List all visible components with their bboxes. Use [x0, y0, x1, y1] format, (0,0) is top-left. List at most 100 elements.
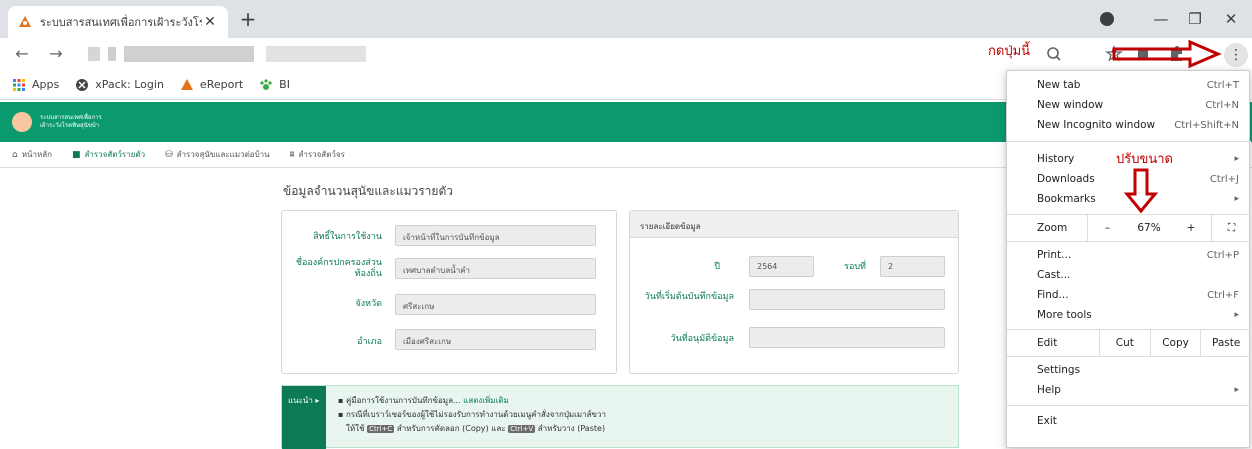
- menu-settings[interactable]: Settings: [1007, 360, 1251, 380]
- xpack-icon: [76, 78, 89, 91]
- menu-zoom-row: Zoom – 67% + ⛶: [1007, 215, 1251, 241]
- menu-new-window[interactable]: New window Ctrl+N: [1007, 95, 1251, 115]
- nav-individual-survey[interactable]: ■ สำรวจสัตว์รายตัว: [72, 148, 145, 161]
- tab-close-icon[interactable]: ✕: [202, 14, 218, 30]
- minimize-button[interactable]: —: [1146, 6, 1176, 32]
- site-favicon-icon: [19, 16, 31, 27]
- menu-shortcut: Ctrl+F: [1207, 289, 1239, 301]
- field-label: จังหวัด: [355, 299, 383, 309]
- menu-label: History: [1037, 153, 1075, 165]
- chrome-menu: New tab Ctrl+T New window Ctrl+N New Incog…: [1006, 70, 1251, 448]
- zoom-in-button[interactable]: +: [1171, 215, 1211, 241]
- ereport-icon: [180, 78, 193, 90]
- menu-new-tab[interactable]: New tab Ctrl+T: [1007, 75, 1251, 95]
- field-label: อำเภอ: [357, 337, 382, 347]
- zoom-out-button[interactable]: –: [1087, 215, 1127, 241]
- profile-icon[interactable]: [1100, 12, 1114, 26]
- redacted-block: [124, 46, 254, 62]
- menu-shortcut: Ctrl+Shift+N: [1174, 119, 1239, 131]
- note-line: ▪ กรณีที่เบราว์เซอร์ของผู้ใช้ไม่รองรับกา…: [338, 410, 607, 419]
- paw-icon: ⩩: [289, 149, 295, 160]
- site-name: ระบบสารสนเทศเพื่อการ เฝ้าระวังโรคพิษสุนั…: [40, 114, 102, 130]
- edit-label: Edit: [1037, 337, 1058, 349]
- permission-field: เจ้าหน้าที่ในการบันทึกข้อมูล: [395, 225, 596, 246]
- note-text: ▪ คู่มือการใช้งานการบันทึกข้อมูล...: [338, 396, 461, 405]
- menu-find[interactable]: Find... Ctrl+F: [1007, 285, 1251, 305]
- note-line: ▪ คู่มือการใช้งานการบันทึกข้อมูล... แสดง…: [338, 394, 509, 407]
- bookmark-apps[interactable]: Apps: [12, 78, 59, 92]
- organization-field: เทศบาลตำบลน้ำคำ: [395, 258, 596, 279]
- menu-shortcut: Ctrl+N: [1205, 99, 1239, 111]
- bookmark-ereport[interactable]: eReport: [180, 78, 243, 92]
- site-name-line: เฝ้าระวังโรคพิษสุนัขบ้า: [40, 122, 100, 129]
- menu-label: Help: [1037, 384, 1061, 396]
- back-button[interactable]: ←: [10, 42, 34, 66]
- menu-edit-row: Edit Cut Copy Paste: [1007, 330, 1251, 356]
- field-label: รอบที่: [844, 262, 866, 272]
- district-field: เมืองศรีสะเกษ: [395, 329, 596, 350]
- menu-label: Bookmarks: [1037, 193, 1096, 205]
- forward-button[interactable]: →: [44, 42, 68, 66]
- close-window-button[interactable]: ✕: [1216, 6, 1246, 32]
- list-icon: ■: [71, 149, 81, 160]
- menu-divider: [1007, 241, 1251, 242]
- bookmark-xpack[interactable]: xPack: Login: [75, 78, 164, 92]
- menu-incognito[interactable]: New Incognito window Ctrl+Shift+N: [1007, 115, 1251, 135]
- menu-copy-button[interactable]: Copy: [1149, 330, 1201, 356]
- new-tab-button[interactable]: +: [236, 8, 260, 32]
- field-label: วันที่เริ่มต้นบันทึกข้อมูล: [644, 292, 734, 302]
- menu-label: Print...: [1037, 249, 1072, 261]
- chevron-right-icon: ▸: [1234, 385, 1239, 395]
- note-text: สำหรับการคัดลอก (Copy) และ: [396, 424, 506, 433]
- note-line: ให้ใช้ Ctrl+C สำหรับการคัดลอก (Copy) และ…: [346, 422, 605, 435]
- zoom-search-icon[interactable]: [1044, 44, 1064, 64]
- menu-more-tools[interactable]: More tools ▸: [1007, 305, 1251, 325]
- nav-label: สำรวจสุนัขและแมวต่อบ้าน: [176, 150, 270, 159]
- redacted-block: [108, 47, 116, 61]
- nav-label: สำรวจสัตว์รายตัว: [84, 150, 146, 159]
- menu-help[interactable]: Help ▸: [1007, 380, 1251, 400]
- menu-label: New tab: [1037, 79, 1081, 91]
- menu-divider: [1007, 405, 1251, 406]
- field-label: วันที่อนุมัติข้อมูล: [670, 334, 734, 344]
- bi-icon: [260, 78, 272, 90]
- page-title: ข้อมูลจำนวนสุนัขและแมวรายตัว: [283, 184, 453, 198]
- chrome-menu-button[interactable]: ⋮: [1224, 43, 1248, 67]
- chevron-right-icon: ▸: [1234, 154, 1239, 164]
- nav-home[interactable]: ⌂ หน้าหลัก: [12, 148, 52, 161]
- detail-panel: รายละเอียดข้อมูล ปี 2564 รอบที่ 2 วันที่…: [629, 210, 959, 374]
- address-bar[interactable]: [86, 43, 1026, 65]
- nav-stray-survey[interactable]: ⩩ สำรวจสัตว์จร: [290, 148, 345, 161]
- menu-exit[interactable]: Exit: [1007, 411, 1251, 431]
- note-tag: แนะนำ ▸: [282, 386, 326, 449]
- bookmark-bi[interactable]: BI: [259, 78, 290, 92]
- user-info-panel: สิทธิ์ในการใช้งาน เจ้าหน้าที่ในการบันทึก…: [281, 210, 617, 374]
- menu-shortcut: Ctrl+J: [1209, 173, 1239, 185]
- tab-strip: ระบบสารสนเทศเพื่อการเฝ้าระวังโรคพิษ ✕ + …: [0, 0, 1252, 38]
- annotation-arrow-right-icon: [1112, 40, 1222, 68]
- show-more-link[interactable]: แสดงเพิ่มเติม: [463, 396, 509, 405]
- fullscreen-icon[interactable]: ⛶: [1211, 215, 1251, 241]
- menu-divider: [1007, 141, 1251, 142]
- annotation-adjust-size: ปรับขนาด: [1116, 152, 1174, 167]
- menu-label: New Incognito window: [1037, 119, 1156, 131]
- site-logo[interactable]: [12, 112, 32, 132]
- menu-shortcut: Ctrl+T: [1206, 79, 1239, 91]
- nav-household-survey[interactable]: ⛁ สำรวจสุนัขและแมวต่อบ้าน: [165, 148, 270, 161]
- menu-paste-button[interactable]: Paste: [1200, 330, 1251, 356]
- menu-cast[interactable]: Cast...: [1007, 265, 1251, 285]
- browser-tab[interactable]: ระบบสารสนเทศเพื่อการเฝ้าระวังโรคพิษ ✕: [8, 6, 228, 38]
- restore-button[interactable]: ❐: [1180, 6, 1210, 32]
- ctrl-c-key: Ctrl+C: [367, 425, 395, 433]
- house-icon: ⛁: [165, 149, 173, 160]
- menu-cut-button[interactable]: Cut: [1099, 330, 1150, 356]
- menu-print[interactable]: Print... Ctrl+P: [1007, 245, 1251, 265]
- bookmark-label: xPack: Login: [95, 78, 164, 91]
- menu-label: New window: [1037, 99, 1104, 111]
- apps-grid-icon: [13, 78, 25, 91]
- redacted-block: [88, 47, 100, 61]
- chevron-right-icon: ▸: [1234, 310, 1239, 320]
- panel-heading: รายละเอียดข้อมูล: [630, 211, 958, 238]
- annotation-arrow-down-icon: [1124, 168, 1158, 214]
- round-field: 2: [880, 256, 945, 277]
